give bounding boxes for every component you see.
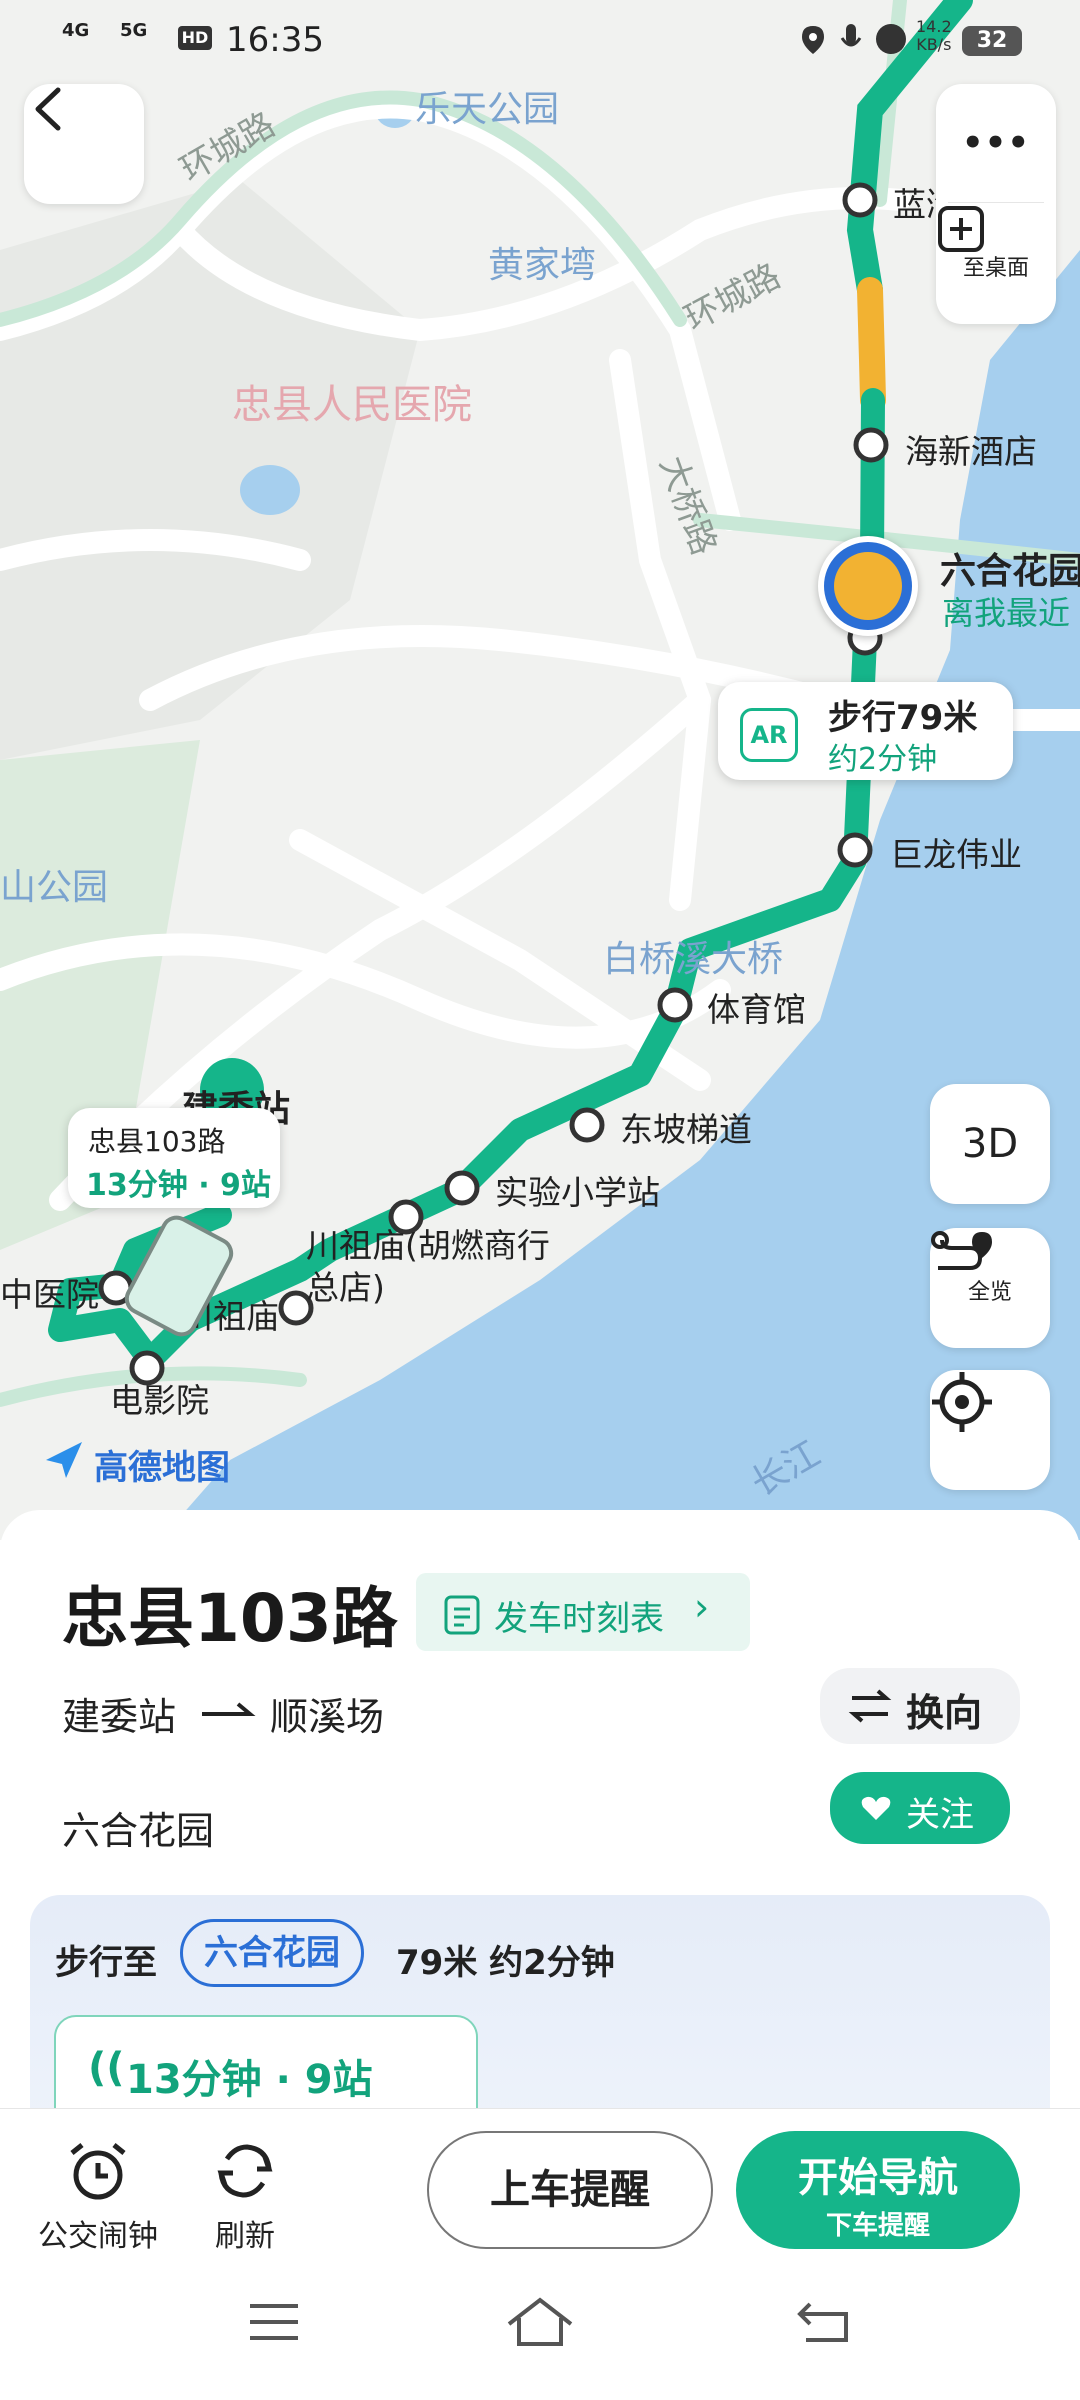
amap-logo-icon [42, 1438, 86, 1482]
refresh-button[interactable]: 刷新 [190, 2139, 300, 2255]
home-icon[interactable] [505, 2294, 575, 2350]
poi-bridge: 白桥溪大桥 [603, 939, 784, 980]
more-button[interactable]: ••• [936, 84, 1056, 202]
switch-label: 换向 [906, 1691, 983, 1735]
poi-hospital[interactable]: 忠县人民医院 [232, 372, 472, 430]
locate-button[interactable] [930, 1370, 1050, 1490]
poi-park[interactable]: 山公园 [0, 858, 108, 910]
alarm-clock-icon [70, 2143, 126, 2200]
poi-park[interactable]: 乐天公园 [415, 80, 559, 132]
route-title: 忠县103路 [62, 1580, 398, 1657]
amap-brand: 高德地图 [94, 1448, 230, 1488]
walk-title: 步行79米 [828, 698, 978, 738]
walk-card[interactable]: 步行至 六合花园 79米 约2分钟 (( 13分钟 · 9站 [30, 1895, 1050, 2140]
clock: 16:35 [226, 20, 324, 60]
back-button[interactable] [24, 84, 144, 204]
stop-label[interactable]: 东坡梯道 [620, 1103, 752, 1151]
stop-label[interactable]: 川祖庙(胡燃商行总店) [306, 1225, 556, 1309]
swap-icon [848, 1689, 892, 1723]
bus-route: 忠县103路 [88, 1125, 226, 1158]
stop-label[interactable]: 巨龙伟业 [890, 828, 1022, 876]
top-right-panel: ••• 至桌面 [936, 84, 1056, 324]
route-to: 顺溪场 [270, 1695, 385, 1739]
back-nav-icon[interactable] [796, 2296, 852, 2346]
stop-label[interactable]: 实验小学站 [495, 1166, 660, 1214]
bus-alarm-button[interactable]: 公交闹钟 [24, 2139, 172, 2255]
hd-badge: HD [178, 26, 212, 50]
add-to-desktop-label: 至桌面 [962, 256, 1029, 281]
stop-label[interactable]: 电影院 [110, 1374, 209, 1422]
add-to-desktop-button[interactable]: 至桌面 [936, 204, 1056, 324]
bus-eta: 13分钟 · 9站 [86, 1168, 271, 1203]
realtime-icon: (( [88, 2045, 125, 2091]
status-bar: 4G 5G HD 16:35 14.2 KB/s 32 [0, 0, 1080, 80]
timetable-button[interactable]: 发车时刻表 › [416, 1573, 750, 1651]
board-reminder-button[interactable]: 上车提醒 [427, 2131, 713, 2249]
refresh-icon [217, 2144, 273, 2198]
start-navigation-button[interactable]: 开始导航 下车提醒 [736, 2131, 1020, 2249]
add-square-icon [938, 206, 984, 252]
network-4g: 4G [62, 20, 90, 41]
stop-label[interactable]: 海新酒店 [905, 425, 1037, 473]
follow-button[interactable]: 关注 [830, 1772, 1010, 1844]
action-bar: 公交闹钟 刷新 上车提醒 开始导航 下车提醒 [0, 2108, 1080, 2269]
locate-icon [932, 1372, 992, 1432]
bus-bubble[interactable]: 忠县103路 13分钟 · 9站 [68, 1108, 280, 1208]
mic-icon [840, 22, 862, 56]
route-overview-icon [931, 1231, 992, 1270]
avatar [834, 552, 902, 620]
selected-stop-sub: 离我最近 [942, 594, 1071, 632]
net-speed: 14.2 KB/s [916, 18, 952, 54]
network-5g: 5G [120, 20, 148, 41]
overview-button[interactable]: 全览 [930, 1228, 1050, 1348]
battery-indicator: 32 [962, 26, 1022, 56]
menu-icon[interactable] [246, 2300, 302, 2344]
refresh-label: 刷新 [215, 2219, 275, 2254]
route-from: 建委站 [62, 1695, 177, 1739]
walk-station-pill[interactable]: 六合花园 [180, 1919, 364, 1987]
stop-label[interactable]: 体育馆 [707, 983, 806, 1031]
system-nav-bar [0, 2270, 1080, 2400]
chevron-left-icon [35, 87, 61, 131]
walk-distance: 79米 约2分钟 [396, 1943, 615, 1983]
net-speed-unit: KB/s [916, 35, 952, 54]
net-speed-value: 14.2 [916, 17, 952, 36]
timetable-label: 发车时刻表 [494, 1599, 664, 1639]
bus-alarm-label: 公交闹钟 [38, 2219, 158, 2254]
map-view[interactable]: 环城路 环城路 大桥路 乐天公园 黄家塆 忠县人民医院 山公园 白桥溪大桥 长江… [0, 0, 1080, 1540]
nearest-stop[interactable]: 六合花园 [62, 1800, 214, 1855]
switch-direction-button[interactable]: 换向 [820, 1668, 1020, 1744]
start-nav-label: 开始导航 [798, 2155, 958, 2201]
current-stop-marker[interactable] [818, 536, 918, 636]
ar-icon[interactable]: AR [740, 708, 798, 762]
bus-eta-text: 13分钟 · 9站 [126, 2057, 373, 2103]
location-icon [800, 24, 826, 54]
alarm-status-icon [876, 24, 906, 54]
divider [948, 202, 1044, 203]
3d-button[interactable]: 3D [930, 1084, 1050, 1204]
selected-stop-name[interactable]: 六合花园 [940, 542, 1080, 594]
walk-bubble[interactable]: AR 步行79米 约2分钟 [718, 682, 1013, 780]
walk-sub: 约2分钟 [828, 742, 938, 777]
chevron-right-icon: › [694, 1585, 710, 1629]
alight-remind-label: 下车提醒 [825, 2211, 930, 2241]
heart-icon [861, 1796, 891, 1820]
walk-prefix: 步行至 [55, 1943, 157, 1983]
poi-area: 黄家塆 [488, 245, 597, 286]
clipboard-icon [444, 1595, 480, 1635]
arrow-right-icon [202, 1702, 256, 1716]
overview-label: 全览 [967, 1280, 1012, 1305]
follow-label: 关注 [906, 1795, 974, 1835]
stop-label[interactable]: 中医院 [0, 1268, 99, 1316]
